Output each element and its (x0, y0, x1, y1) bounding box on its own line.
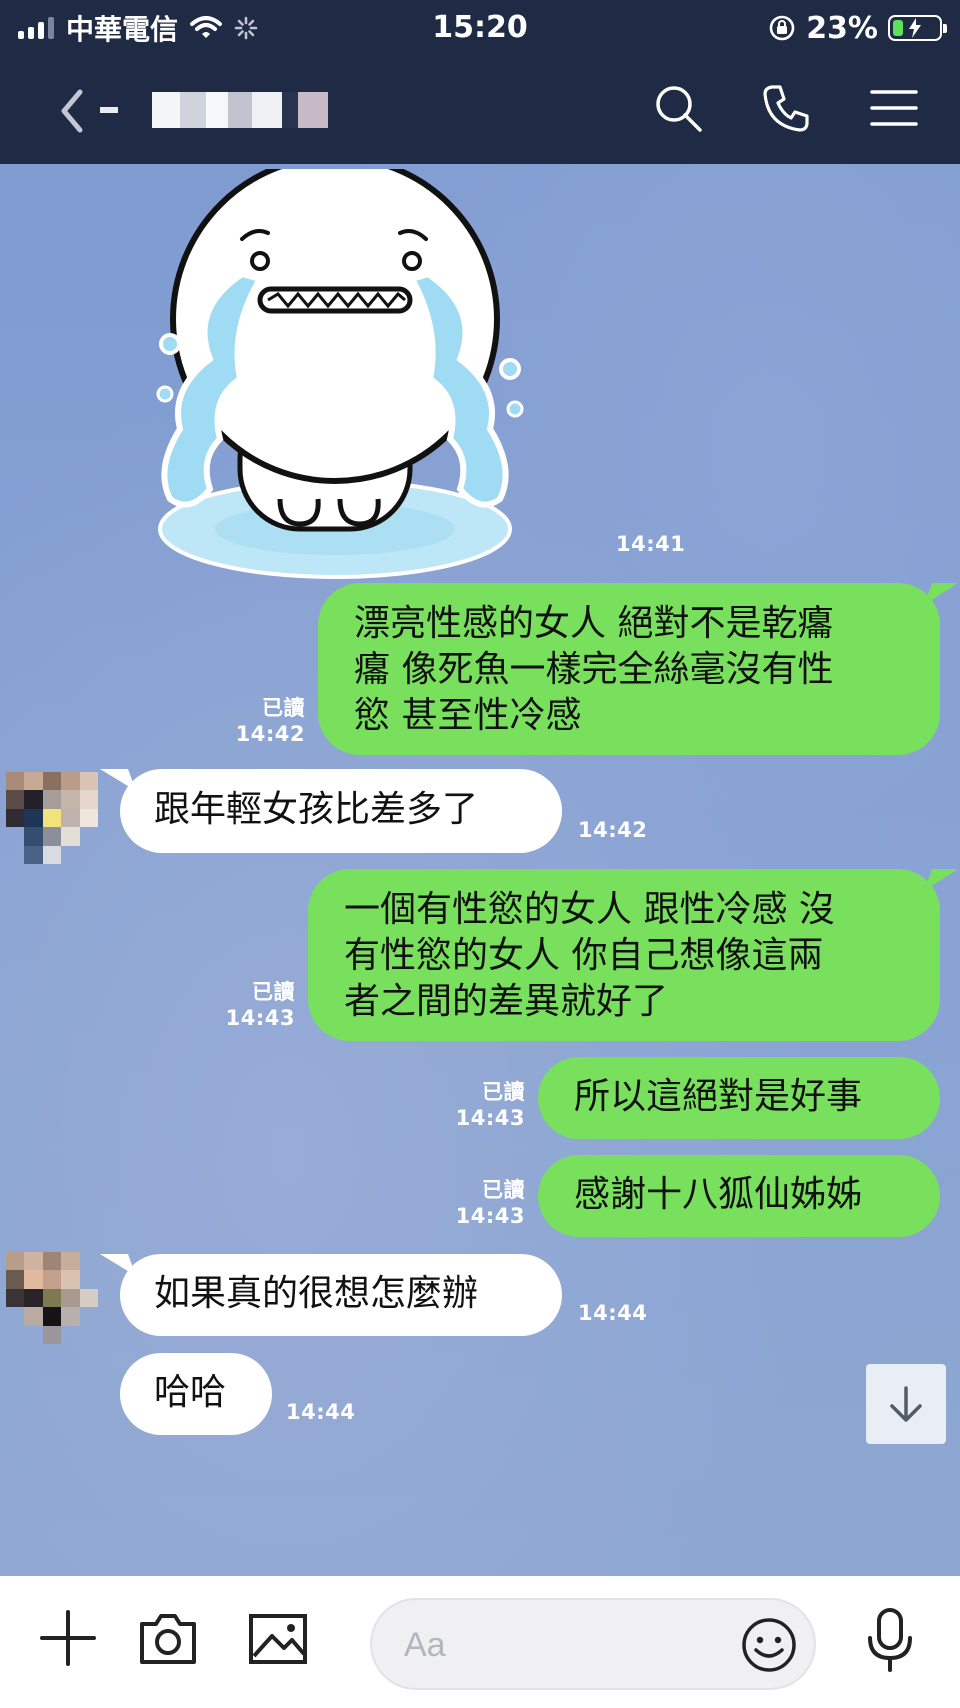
read-receipt: 已讀 (482, 1178, 525, 1202)
scroll-to-bottom-button[interactable] (866, 1364, 946, 1444)
chat-header (0, 56, 960, 164)
outgoing-message[interactable]: 一個有性慾的女人 跟性冷感 沒 有性慾的女人 你自己想像這兩 者之間的差異就好了 (308, 869, 940, 1041)
arrow-down-icon (890, 1386, 922, 1422)
battery-icon (888, 15, 947, 41)
outgoing-message[interactable]: 漂亮性感的女人 絕對不是乾癟 癟 像死魚一樣完全絲毫沒有性 慾 甚至性冷感 (318, 583, 940, 755)
message-line: 漂亮性感的女人 絕對不是乾癟 (354, 603, 834, 644)
battery-percent: 23% (806, 10, 878, 46)
incoming-message[interactable]: 跟年輕女孩比差多了 (120, 769, 562, 853)
message-line: 感謝十八狐仙姊姊 (574, 1174, 863, 1215)
microphone-icon[interactable] (862, 1606, 918, 1674)
chat-area[interactable]: 14:41 已讀 14:42 漂亮性感的女人 絕對不是乾癟 癟 像死魚一樣完全絲… (0, 164, 960, 1576)
camera-icon[interactable] (136, 1606, 200, 1670)
image-icon[interactable] (246, 1606, 310, 1670)
search-icon[interactable] (652, 82, 704, 134)
message-line: 一個有性慾的女人 跟性冷感 沒 (344, 889, 835, 930)
crying-sticker[interactable] (150, 169, 570, 589)
back-arrow-icon[interactable] (58, 86, 88, 136)
message-line: 如果真的很想怎麼辦 (154, 1273, 479, 1314)
avatar[interactable] (6, 1252, 98, 1344)
message-line: 者之間的差異就好了 (344, 981, 669, 1022)
message-input-wrapper (370, 1598, 816, 1690)
message-time: 14:44 (578, 1301, 648, 1325)
message-line: 所以這絕對是好事 (574, 1076, 863, 1117)
message-time: 14:42 (235, 722, 305, 746)
message-line: 慾 甚至性冷感 (354, 695, 582, 736)
status-bar: 中華電信 15:20 23% (0, 0, 960, 56)
message-input[interactable] (402, 1614, 726, 1676)
incoming-message[interactable]: 哈哈 (120, 1353, 272, 1435)
message-time: 14:43 (455, 1204, 525, 1228)
input-bar (0, 1576, 960, 1708)
avatar[interactable] (6, 772, 98, 864)
emoji-icon[interactable] (740, 1616, 798, 1674)
message-line: 癟 像死魚一樣完全絲毫沒有性 (354, 649, 834, 690)
message-time: 14:43 (225, 1006, 295, 1030)
phone-icon[interactable] (760, 82, 812, 134)
outgoing-message[interactable]: 感謝十八狐仙姊姊 (538, 1155, 940, 1237)
message-time: 14:42 (578, 818, 648, 842)
read-receipt: 已讀 (482, 1080, 525, 1104)
message-time: 14:44 (286, 1400, 356, 1424)
menu-icon[interactable] (868, 82, 920, 134)
incoming-message[interactable]: 如果真的很想怎麼辦 (120, 1254, 562, 1336)
message-line: 跟年輕女孩比差多了 (154, 789, 479, 830)
message-time: 14:43 (455, 1106, 525, 1130)
read-receipt: 已讀 (252, 980, 295, 1004)
plus-icon[interactable] (36, 1606, 100, 1670)
read-receipt: 已讀 (262, 696, 305, 720)
outgoing-message[interactable]: 所以這絕對是好事 (538, 1057, 940, 1139)
rotation-lock-icon (769, 15, 795, 41)
contact-name-blurred[interactable] (100, 92, 328, 128)
message-time: 14:41 (616, 532, 686, 556)
message-line: 哈哈 (154, 1372, 227, 1413)
message-line: 有性慾的女人 你自己想像這兩 (344, 935, 824, 976)
